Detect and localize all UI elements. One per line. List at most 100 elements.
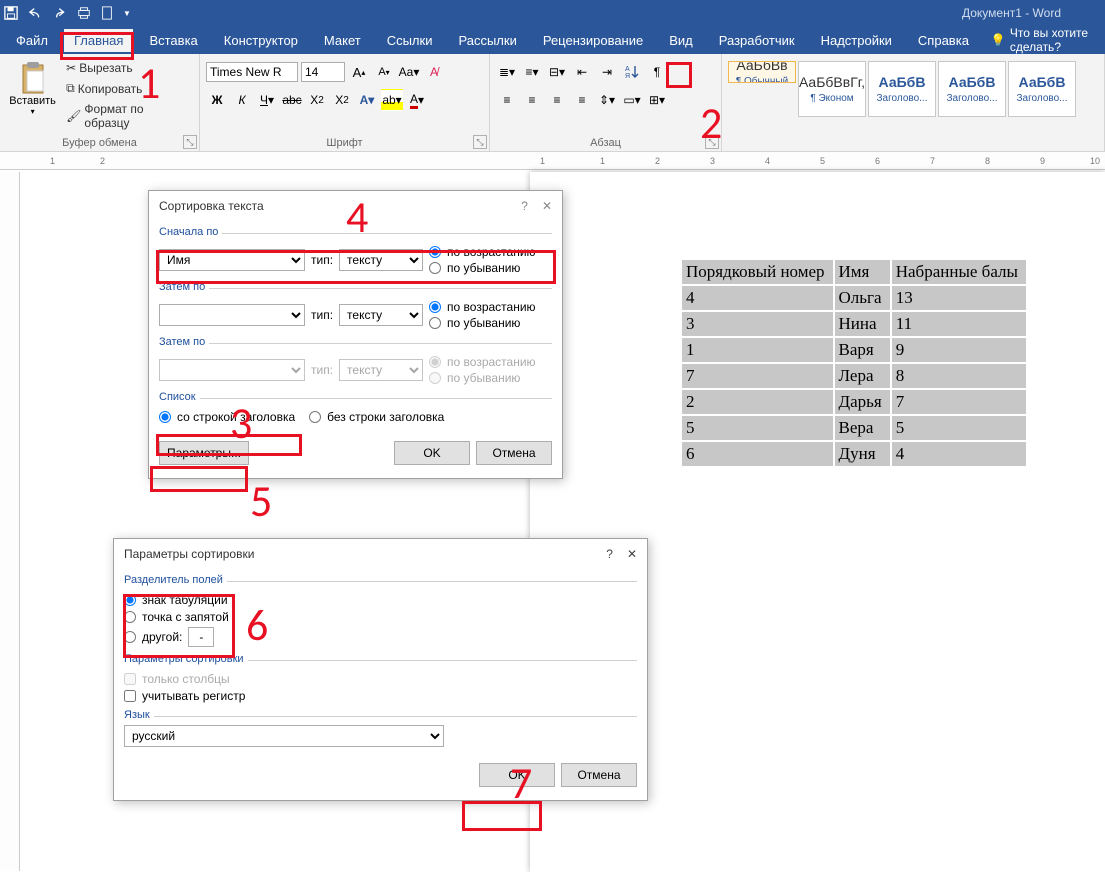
sort-key2[interactable] bbox=[159, 304, 305, 326]
style-item[interactable]: АаБбВЗаголово... bbox=[868, 61, 936, 117]
lang-label: Язык bbox=[124, 709, 154, 721]
show-marks-icon[interactable]: ¶ bbox=[646, 61, 668, 83]
shrink-font-icon[interactable]: A▾ bbox=[373, 61, 395, 83]
desc-radio2[interactable] bbox=[429, 317, 441, 329]
tab-review[interactable]: Рецензирование bbox=[533, 29, 653, 52]
style-item[interactable]: АаБбВв¶ Обычный bbox=[728, 61, 796, 83]
asc-label1: по возрастанию bbox=[447, 245, 536, 259]
underline-button[interactable]: Ч▾ bbox=[256, 89, 278, 111]
inc-indent-icon[interactable]: ⇥ bbox=[596, 61, 618, 83]
highlight-icon[interactable]: ab▾ bbox=[381, 89, 403, 111]
params-dialog-titlebar[interactable]: Параметры сортировки ? ✕ bbox=[114, 539, 647, 569]
sort-cancel-button[interactable]: Отмена bbox=[476, 441, 552, 465]
document-table[interactable]: Порядковый номерИмяНабранные балы 4Ольга… bbox=[680, 258, 1028, 468]
justify-icon[interactable]: ≡ bbox=[571, 89, 593, 111]
without-header-radio[interactable] bbox=[309, 411, 321, 423]
paragraph-launcher[interactable]: ⤡ bbox=[705, 135, 719, 149]
tab-mailings[interactable]: Рассылки bbox=[448, 29, 526, 52]
line-spacing-icon[interactable]: ⇕▾ bbox=[596, 89, 618, 111]
style-item[interactable]: АаБбВЗаголово... bbox=[938, 61, 1006, 117]
group-clipboard: Вставить ▾ ✂Вырезать ⧉Копировать 🖌Формат… bbox=[0, 54, 200, 151]
subscript-button[interactable]: X2 bbox=[306, 89, 328, 111]
tab-radio[interactable] bbox=[124, 594, 136, 606]
asc-radio1[interactable] bbox=[429, 246, 441, 258]
copy-button[interactable]: ⧉Копировать bbox=[63, 79, 193, 98]
strike-button[interactable]: abc bbox=[281, 89, 303, 111]
sort-icon[interactable]: AЯ bbox=[621, 61, 643, 83]
scissors-icon: ✂ bbox=[66, 61, 76, 75]
new-doc-icon[interactable] bbox=[100, 6, 114, 20]
change-case-icon[interactable]: Aa▾ bbox=[398, 61, 420, 83]
align-right-icon[interactable]: ≡ bbox=[546, 89, 568, 111]
semicolon-radio[interactable] bbox=[124, 611, 136, 623]
text-effects-icon[interactable]: A▾ bbox=[356, 89, 378, 111]
font-color-icon[interactable]: A▾ bbox=[406, 89, 428, 111]
other-input[interactable] bbox=[188, 627, 214, 647]
borders-icon[interactable]: ⊞▾ bbox=[646, 89, 668, 111]
tab-design[interactable]: Конструктор bbox=[214, 29, 308, 52]
bullets-icon[interactable]: ≣▾ bbox=[496, 61, 518, 83]
sort-dialog-titlebar[interactable]: Сортировка текста ? ✕ bbox=[149, 191, 562, 221]
undo-icon[interactable] bbox=[27, 6, 45, 20]
redo-icon[interactable] bbox=[54, 6, 68, 20]
params-cancel-button[interactable]: Отмена bbox=[561, 763, 637, 787]
save-icon[interactable] bbox=[4, 6, 18, 20]
sort-type1[interactable]: тексту bbox=[339, 249, 423, 271]
format-painter-button[interactable]: 🖌Формат по образцу bbox=[63, 100, 193, 132]
sort-key1[interactable]: Имя bbox=[159, 249, 305, 271]
dec-indent-icon[interactable]: ⇤ bbox=[571, 61, 593, 83]
font-size-select[interactable] bbox=[301, 62, 345, 82]
other-radio[interactable] bbox=[124, 631, 136, 643]
shading-icon[interactable]: ▭▾ bbox=[621, 89, 643, 111]
tab-references[interactable]: Ссылки bbox=[377, 29, 443, 52]
font-name-select[interactable] bbox=[206, 62, 298, 82]
sort-dialog-title: Сортировка текста bbox=[159, 199, 264, 213]
clipboard-launcher[interactable]: ⤡ bbox=[183, 135, 197, 149]
paste-button[interactable]: Вставить ▾ bbox=[6, 57, 59, 116]
superscript-button[interactable]: X2 bbox=[331, 89, 353, 111]
paste-label: Вставить bbox=[9, 95, 56, 107]
qat-dropdown-icon[interactable]: ▼ bbox=[123, 9, 131, 18]
grow-font-icon[interactable]: A▴ bbox=[348, 61, 370, 83]
tab-layout[interactable]: Макет bbox=[314, 29, 371, 52]
bold-button[interactable]: Ж bbox=[206, 89, 228, 111]
type-label3: тип: bbox=[311, 363, 333, 377]
tell-me[interactable]: 💡 Что вы хотите сделать? bbox=[991, 26, 1099, 54]
align-center-icon[interactable]: ≡ bbox=[521, 89, 543, 111]
help-icon[interactable]: ? bbox=[521, 199, 528, 213]
font-launcher[interactable]: ⤡ bbox=[473, 135, 487, 149]
quick-print-icon[interactable] bbox=[77, 6, 91, 20]
tab-developer[interactable]: Разработчик bbox=[709, 29, 805, 52]
tab-help[interactable]: Справка bbox=[908, 29, 979, 52]
tab-view[interactable]: Вид bbox=[659, 29, 703, 52]
ruler-horizontal[interactable]: 12112345678910 bbox=[0, 152, 1105, 170]
desc-radio1[interactable] bbox=[429, 262, 441, 274]
tab-addins[interactable]: Надстройки bbox=[811, 29, 902, 52]
ruler-vertical[interactable] bbox=[0, 172, 20, 871]
sort-ok-button[interactable]: OK bbox=[394, 441, 470, 465]
lightbulb-icon: 💡 bbox=[991, 33, 1006, 47]
clear-format-icon[interactable]: A̸ bbox=[423, 61, 445, 83]
tab-home[interactable]: Главная bbox=[64, 29, 133, 52]
asc-radio2[interactable] bbox=[429, 301, 441, 313]
copy-label: Копировать bbox=[78, 82, 143, 96]
align-left-icon[interactable]: ≡ bbox=[496, 89, 518, 111]
close-icon[interactable]: ✕ bbox=[627, 547, 637, 561]
sort-type2[interactable]: тексту bbox=[339, 304, 423, 326]
params-button[interactable]: Параметры... bbox=[159, 441, 249, 465]
style-item[interactable]: АаБбВвГг,¶ Эконом bbox=[798, 61, 866, 117]
style-item[interactable]: АаБбВЗаголово... bbox=[1008, 61, 1076, 117]
multilevel-icon[interactable]: ⊟▾ bbox=[546, 61, 568, 83]
tab-file[interactable]: Файл bbox=[6, 29, 58, 52]
help-icon[interactable]: ? bbox=[606, 547, 613, 561]
cut-button[interactable]: ✂Вырезать bbox=[63, 59, 193, 77]
with-header-radio[interactable] bbox=[159, 411, 171, 423]
format-painter-label: Формат по образцу bbox=[84, 102, 190, 130]
italic-button[interactable]: К bbox=[231, 89, 253, 111]
tab-insert[interactable]: Вставка bbox=[139, 29, 207, 52]
params-ok-button[interactable]: OK bbox=[479, 763, 555, 787]
case-check[interactable] bbox=[124, 690, 136, 702]
numbering-icon[interactable]: ≡▾ bbox=[521, 61, 543, 83]
lang-select[interactable]: русский bbox=[124, 725, 444, 747]
close-icon[interactable]: ✕ bbox=[542, 199, 552, 213]
